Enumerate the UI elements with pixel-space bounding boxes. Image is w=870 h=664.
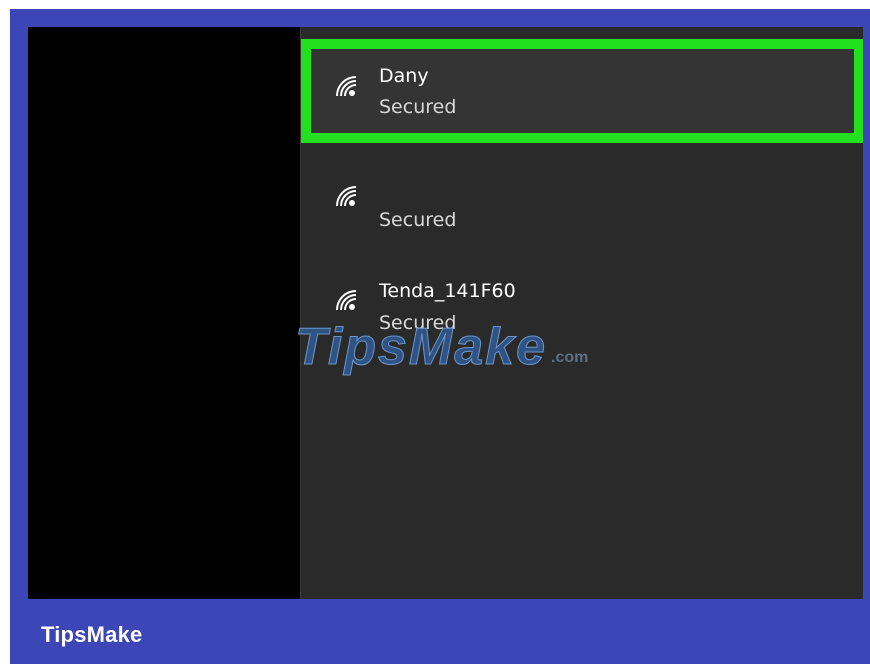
footer-brand: TipsMake [41,622,143,647]
network-status: Secured [379,96,457,118]
network-item-tenda[interactable]: Tenda_141F60 Secured [301,265,863,369]
wifi-secured-icon [336,186,357,207]
network-status: Secured [379,209,457,231]
screen: Dany Secured Secured Tenda_141F60 Secure… [28,27,863,599]
wifi-secured-icon [336,76,357,97]
network-item-unnamed[interactable]: Secured [301,161,863,265]
network-name: Tenda_141F60 [379,280,516,302]
network-item-dany[interactable]: Dany Secured [301,39,863,143]
wifi-networks-panel: Dany Secured Secured Tenda_141F60 Secure… [300,27,863,599]
wifi-secured-icon [336,290,357,311]
network-status: Secured [379,312,457,334]
network-name: Dany [379,65,429,87]
image-frame: Dany Secured Secured Tenda_141F60 Secure… [10,9,870,664]
